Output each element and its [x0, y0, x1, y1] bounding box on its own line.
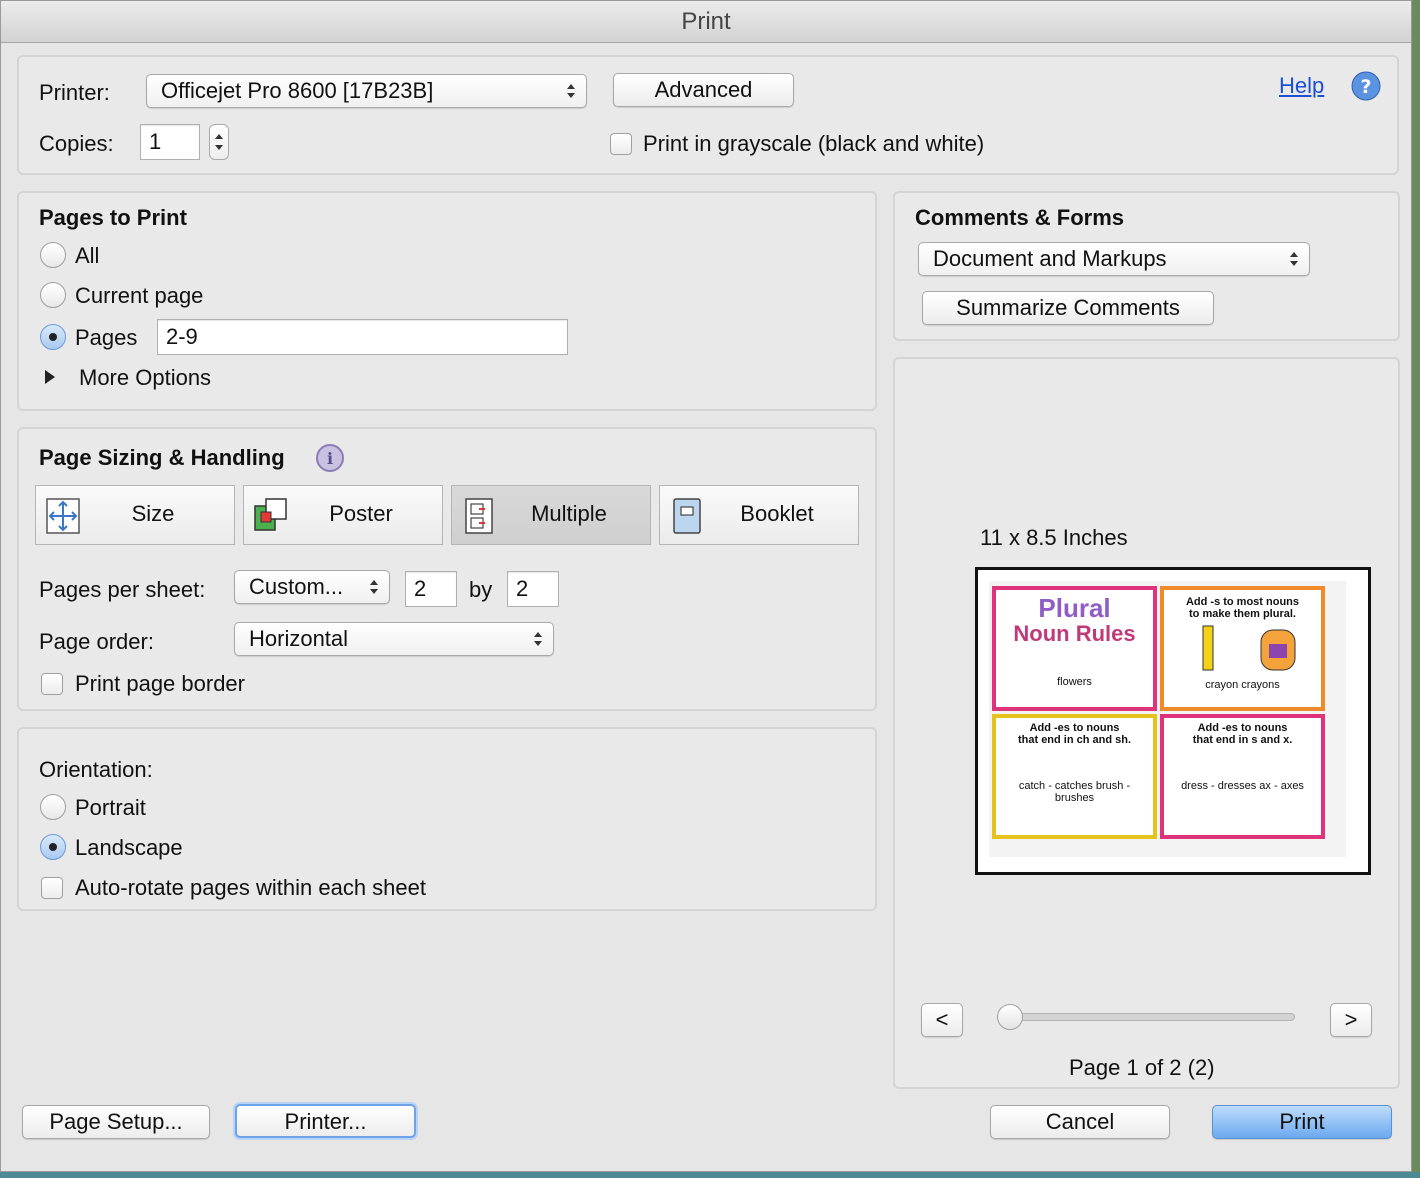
orientation-label: Orientation:: [39, 757, 153, 782]
summarize-comments-button[interactable]: Summarize Comments: [922, 291, 1214, 325]
thumb-4-caption: dress - dresses ax - axes: [1181, 780, 1304, 792]
thumb-4-title: Add -es to nouns: [1197, 722, 1288, 734]
grayscale-checkbox[interactable]: [610, 133, 632, 155]
printer-label: Printer:: [39, 80, 110, 105]
page-order-label: Page order:: [39, 629, 154, 654]
radio-current-page[interactable]: [40, 282, 66, 308]
columns-input[interactable]: 2: [405, 571, 457, 607]
mode-multiple-button[interactable]: Multiple: [451, 485, 651, 545]
comments-forms-select[interactable]: Document and Markups: [918, 242, 1310, 276]
page-status: Page 1 of 2 (2): [1069, 1055, 1215, 1080]
mode-size-button[interactable]: Size: [35, 485, 235, 545]
grayscale-label: Print in grayscale (black and white): [643, 131, 985, 156]
preview-thumb-1: Plural Noun Rules flowers: [992, 586, 1157, 711]
advanced-button[interactable]: Advanced: [613, 73, 794, 107]
page-slider-knob[interactable]: [997, 1004, 1023, 1030]
desktop-edge: [1412, 0, 1420, 1178]
thumb-3-title: Add -es to nouns: [1029, 722, 1120, 734]
printer-select-value: Officejet Pro 8600 [17B23B]: [161, 78, 434, 103]
radio-portrait-label: Portrait: [75, 795, 146, 820]
thumb-1-title: Plural: [1038, 593, 1111, 623]
help-icon[interactable]: ?: [1351, 71, 1381, 101]
print-dialog: Print Printer: Officejet Pro 8600 [17B23…: [0, 0, 1412, 1172]
pages-per-sheet-value: Custom...: [249, 574, 344, 599]
pages-range-input[interactable]: 2-9: [157, 319, 568, 355]
thumb-1-subtitle: Noun Rules: [1013, 621, 1136, 646]
thumb-4-subtitle: that end in s and x.: [1192, 734, 1293, 746]
rows-input[interactable]: 2: [507, 571, 559, 607]
mode-poster-button[interactable]: Poster: [243, 485, 443, 545]
stepper-arrows-icon: [215, 134, 223, 150]
window-title: Print: [1, 1, 1411, 43]
radio-portrait[interactable]: [40, 794, 66, 820]
page-order-value: Horizontal: [249, 626, 349, 651]
copies-input[interactable]: 1: [140, 124, 200, 160]
thumb-1-caption: flowers: [1057, 676, 1092, 688]
copies-label: Copies:: [39, 131, 114, 156]
radio-landscape-label: Landscape: [75, 835, 183, 860]
preview-thumb-2: Add -s to most nouns to make them plural…: [1160, 586, 1325, 711]
mode-booklet-button[interactable]: Booklet: [659, 485, 859, 545]
page-border-checkbox[interactable]: [41, 673, 63, 695]
by-label: by: [469, 577, 493, 602]
help-link[interactable]: Help: [1279, 73, 1324, 99]
page-border-label: Print page border: [75, 671, 245, 696]
page-slider-track[interactable]: [1001, 1013, 1295, 1021]
print-button[interactable]: Print: [1212, 1105, 1392, 1139]
thumb-2-caption: crayon crayons: [1205, 679, 1280, 691]
print-preview: Plural Noun Rules flowers Add -s to most…: [975, 567, 1371, 875]
thumb-2-subtitle: to make them plural.: [1189, 608, 1296, 620]
svg-text:?: ?: [1360, 76, 1371, 98]
more-options-label[interactable]: More Options: [79, 365, 211, 391]
updown-arrows-icon: [1290, 252, 1298, 266]
printer-button[interactable]: Printer...: [235, 1104, 416, 1138]
radio-pages[interactable]: [40, 324, 66, 350]
mode-size-label: Size: [131, 501, 175, 526]
page-setup-button[interactable]: Page Setup...: [22, 1105, 210, 1139]
info-icon[interactable]: i: [315, 443, 345, 473]
thumb-2-title: Add -s to most nouns: [1185, 596, 1300, 608]
pages-per-sheet-label: Pages per sheet:: [39, 577, 206, 602]
crayon-icon: [1202, 625, 1295, 671]
comments-forms-value: Document and Markups: [933, 246, 1167, 271]
mode-poster-label: Poster: [329, 501, 393, 526]
mode-booklet-label: Booklet: [740, 501, 814, 526]
preview-thumb-4: Add -es to nouns that end in s and x. dr…: [1160, 714, 1325, 839]
comments-forms-heading: Comments & Forms: [915, 205, 1125, 230]
autorotate-label: Auto-rotate pages within each sheet: [75, 875, 427, 900]
radio-all-label: All: [75, 243, 100, 268]
pages-per-sheet-select[interactable]: Custom...: [234, 570, 390, 604]
svg-text:i: i: [327, 449, 333, 468]
page-sizing-heading: Page Sizing & Handling: [39, 445, 285, 470]
paper-size-label: 11 x 8.5 Inches: [980, 525, 1128, 550]
radio-all[interactable]: [40, 242, 66, 268]
pages-to-print-heading: Pages to Print: [39, 205, 187, 230]
previous-page-button[interactable]: <: [921, 1003, 963, 1037]
disclosure-triangle-icon[interactable]: [43, 369, 57, 385]
autorotate-checkbox[interactable]: [41, 877, 63, 899]
radio-landscape[interactable]: [40, 834, 66, 860]
printer-select[interactable]: Officejet Pro 8600 [17B23B]: [146, 74, 587, 108]
cancel-button[interactable]: Cancel: [990, 1105, 1170, 1139]
next-page-button[interactable]: >: [1330, 1003, 1372, 1037]
desktop-bottom: [0, 1172, 1420, 1178]
preview-thumb-3: Add -es to nouns that end in ch and sh. …: [992, 714, 1157, 839]
updown-arrows-icon: [567, 84, 575, 98]
thumb-3-subtitle: that end in ch and sh.: [1017, 734, 1132, 746]
mode-multiple-label: Multiple: [531, 501, 607, 526]
updown-arrows-icon: [534, 632, 542, 646]
updown-arrows-icon: [370, 580, 378, 594]
radio-pages-label: Pages: [75, 325, 138, 350]
page-order-select[interactable]: Horizontal: [234, 622, 554, 656]
thumb-3-caption: catch - catches brush - brushes: [1018, 780, 1131, 804]
copies-stepper[interactable]: [209, 124, 229, 160]
radio-current-page-label: Current page: [75, 283, 204, 308]
